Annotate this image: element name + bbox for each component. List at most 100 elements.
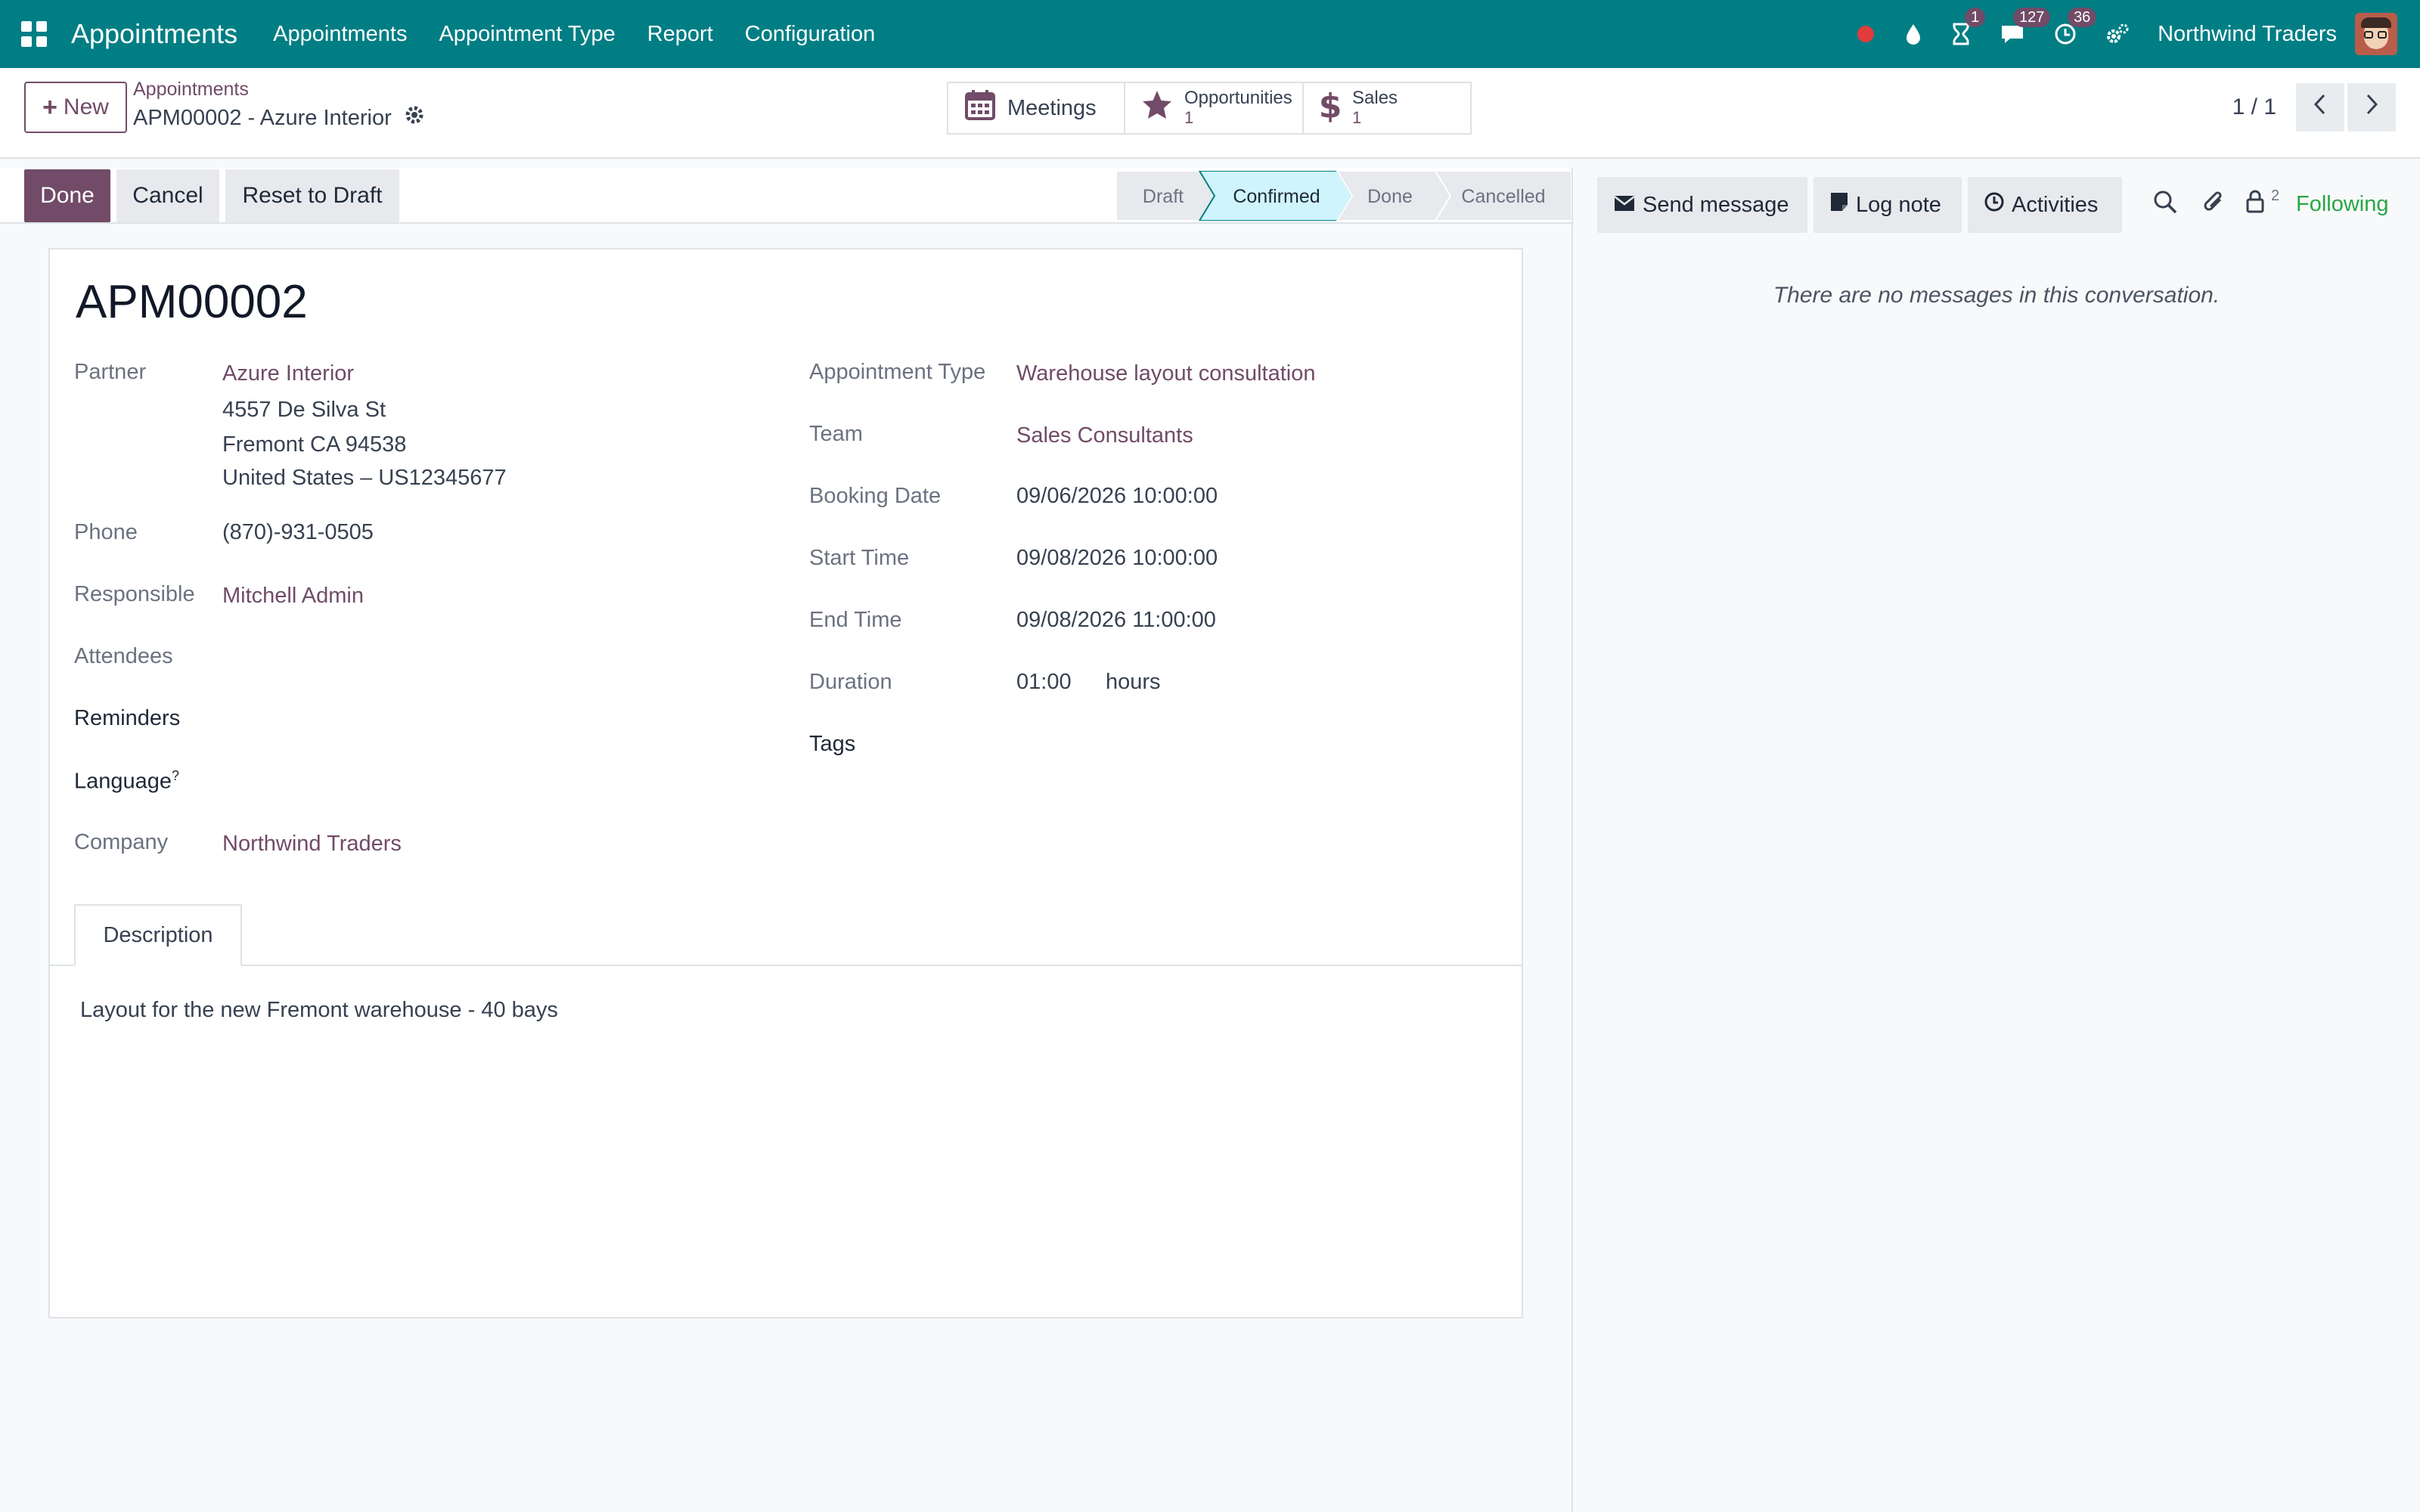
following-button[interactable]: Following bbox=[2296, 192, 2389, 217]
user-avatar[interactable] bbox=[2355, 13, 2397, 55]
gear-icon[interactable] bbox=[404, 104, 425, 132]
company-label: Company bbox=[74, 830, 169, 854]
partner-address-line1: 4557 De Silva St bbox=[222, 398, 386, 422]
stage-draft-label: Draft bbox=[1143, 186, 1184, 207]
responsible-label: Responsible bbox=[74, 582, 195, 606]
cancel-button[interactable]: Cancel bbox=[116, 169, 219, 222]
start-time-field[interactable]: 09/08/2026 10:00:00 bbox=[1016, 546, 1218, 571]
end-time-label: End Time bbox=[809, 608, 902, 632]
company-switcher[interactable]: Northwind Traders bbox=[2158, 22, 2337, 47]
menu-item-appointment-type[interactable]: Appointment Type bbox=[439, 22, 615, 47]
activity-hourglass-icon[interactable]: 1 bbox=[1951, 8, 1986, 45]
menu-item-appointments[interactable]: Appointments bbox=[273, 22, 407, 47]
activities-label: Activities bbox=[2012, 192, 2099, 217]
booking-date-label: Booking Date bbox=[809, 484, 942, 508]
appointment-type-field[interactable]: Warehouse layout consultation bbox=[1016, 361, 1316, 386]
reminders-label: Reminders bbox=[74, 706, 181, 730]
chevron-left-icon bbox=[2312, 93, 2328, 122]
duration-field[interactable]: 01:00 bbox=[1016, 670, 1072, 695]
team-field[interactable]: Sales Consultants bbox=[1016, 423, 1193, 448]
stage-confirmed[interactable]: Confirmed bbox=[1198, 171, 1354, 221]
breadcrumb[interactable]: Appointments bbox=[133, 79, 249, 101]
tab-divider bbox=[50, 965, 1522, 966]
stage-done[interactable]: Done bbox=[1336, 171, 1452, 221]
sales-count: 1 bbox=[1352, 108, 1362, 127]
end-time-field[interactable]: 09/08/2026 11:00:00 bbox=[1016, 608, 1216, 633]
app-brand[interactable]: Appointments bbox=[71, 18, 237, 50]
menu-item-configuration[interactable]: Configuration bbox=[745, 22, 876, 47]
phone-field[interactable]: (870)-931-0505 bbox=[222, 520, 374, 545]
duration-label: Duration bbox=[809, 670, 892, 694]
stage-confirmed-label: Confirmed bbox=[1233, 186, 1320, 207]
star-icon bbox=[1140, 88, 1174, 128]
done-button[interactable]: Done bbox=[24, 169, 110, 222]
start-time-label: Start Time bbox=[809, 546, 910, 570]
stage-done-label: Done bbox=[1367, 186, 1413, 207]
send-message-button[interactable]: Send message bbox=[1597, 177, 1807, 233]
company-field[interactable]: Northwind Traders bbox=[222, 832, 402, 857]
menu-item-report[interactable]: Report bbox=[647, 22, 713, 47]
description-field[interactable]: Layout for the new Fremont warehouse - 4… bbox=[80, 998, 558, 1023]
systray: 1 127 36 Northwind Traders bbox=[1841, 0, 2397, 68]
team-label: Team bbox=[809, 422, 863, 446]
log-note-button[interactable]: Log note bbox=[1813, 177, 1962, 233]
chevron-right-icon bbox=[2363, 93, 2380, 122]
meetings-smart-button[interactable]: Meetings bbox=[948, 83, 1125, 133]
opportunities-count: 1 bbox=[1184, 108, 1194, 127]
clock-activity-icon bbox=[1984, 192, 2012, 218]
sales-label: Sales bbox=[1352, 88, 1398, 108]
app-menu-icon[interactable] bbox=[21, 21, 47, 47]
stage-pipeline: Draft Confirmed Done Cancelled bbox=[1116, 171, 1571, 221]
send-message-label: Send message bbox=[1643, 192, 1789, 217]
language-help-tooltip[interactable]: ? bbox=[172, 768, 179, 783]
meetings-label: Meetings bbox=[1007, 96, 1097, 120]
opportunities-smart-button[interactable]: Opportunities 1 bbox=[1125, 83, 1304, 133]
pager-next-button[interactable] bbox=[2347, 83, 2396, 132]
plus-icon: + bbox=[42, 92, 57, 122]
reset-to-draft-button[interactable]: Reset to Draft bbox=[225, 169, 399, 222]
partner-field[interactable]: Azure Interior bbox=[222, 361, 354, 386]
sales-text: Sales 1 bbox=[1352, 88, 1398, 128]
pager-value[interactable]: 1 / 1 bbox=[2232, 94, 2276, 120]
attendees-label: Attendees bbox=[74, 644, 173, 668]
phone-label: Phone bbox=[74, 520, 138, 544]
stage-cancelled[interactable]: Cancelled bbox=[1434, 171, 1571, 221]
messages-icon[interactable]: 127 bbox=[2000, 8, 2051, 45]
top-navbar: Appointments Appointments Appointment Ty… bbox=[0, 0, 2420, 68]
sales-smart-button[interactable]: $ Sales 1 bbox=[1304, 83, 1470, 133]
opportunities-label: Opportunities bbox=[1184, 88, 1292, 108]
tab-description[interactable]: Description bbox=[74, 904, 242, 966]
partner-address-line2: Fremont CA 94538 bbox=[222, 432, 407, 457]
search-icon[interactable] bbox=[2152, 189, 2178, 221]
new-button[interactable]: + New bbox=[24, 82, 127, 133]
stage-draft[interactable]: Draft bbox=[1116, 171, 1216, 221]
lock-followers-icon[interactable] bbox=[2245, 189, 2266, 219]
language-label: Language? bbox=[74, 768, 179, 795]
record-title: APM00002 - Azure Interior bbox=[133, 104, 425, 132]
stage-cancelled-label: Cancelled bbox=[1461, 186, 1545, 207]
dollar-icon: $ bbox=[1319, 87, 1342, 129]
clock-icon[interactable]: 36 bbox=[2054, 8, 2097, 45]
form-statusbar: Done Cancel Reset to Draft Draft Confirm… bbox=[0, 168, 1571, 224]
language-label-text: Language bbox=[74, 769, 172, 794]
partner-label: Partner bbox=[74, 360, 147, 384]
partner-address-line3: United States – US12345677 bbox=[222, 466, 507, 490]
paperclip-icon[interactable] bbox=[2202, 189, 2225, 221]
form-sheet: APM00002 Partner Azure Interior 4557 De … bbox=[48, 248, 1523, 1318]
recording-icon[interactable] bbox=[1856, 24, 1876, 44]
followers-count[interactable]: 2 bbox=[2271, 187, 2279, 205]
main-menu: Appointments Appointment Type Report Con… bbox=[257, 22, 891, 47]
pager-previous-button[interactable] bbox=[2296, 83, 2344, 132]
activity-badge: 1 bbox=[1965, 8, 1986, 27]
appointment-reference[interactable]: APM00002 bbox=[76, 275, 308, 329]
new-button-label: New bbox=[63, 94, 109, 119]
droplet-icon[interactable] bbox=[1904, 23, 1922, 45]
opportunities-text: Opportunities 1 bbox=[1184, 88, 1292, 128]
activities-button[interactable]: Activities bbox=[1968, 177, 2122, 233]
empty-conversation-message: There are no messages in this conversati… bbox=[1773, 283, 2220, 308]
note-icon bbox=[1830, 192, 1856, 218]
booking-date-field[interactable]: 09/06/2026 10:00:00 bbox=[1016, 484, 1218, 509]
settings-gears-icon[interactable] bbox=[2105, 23, 2130, 45]
responsible-field[interactable]: Mitchell Admin bbox=[222, 584, 364, 609]
appointment-type-label: Appointment Type bbox=[809, 360, 986, 384]
